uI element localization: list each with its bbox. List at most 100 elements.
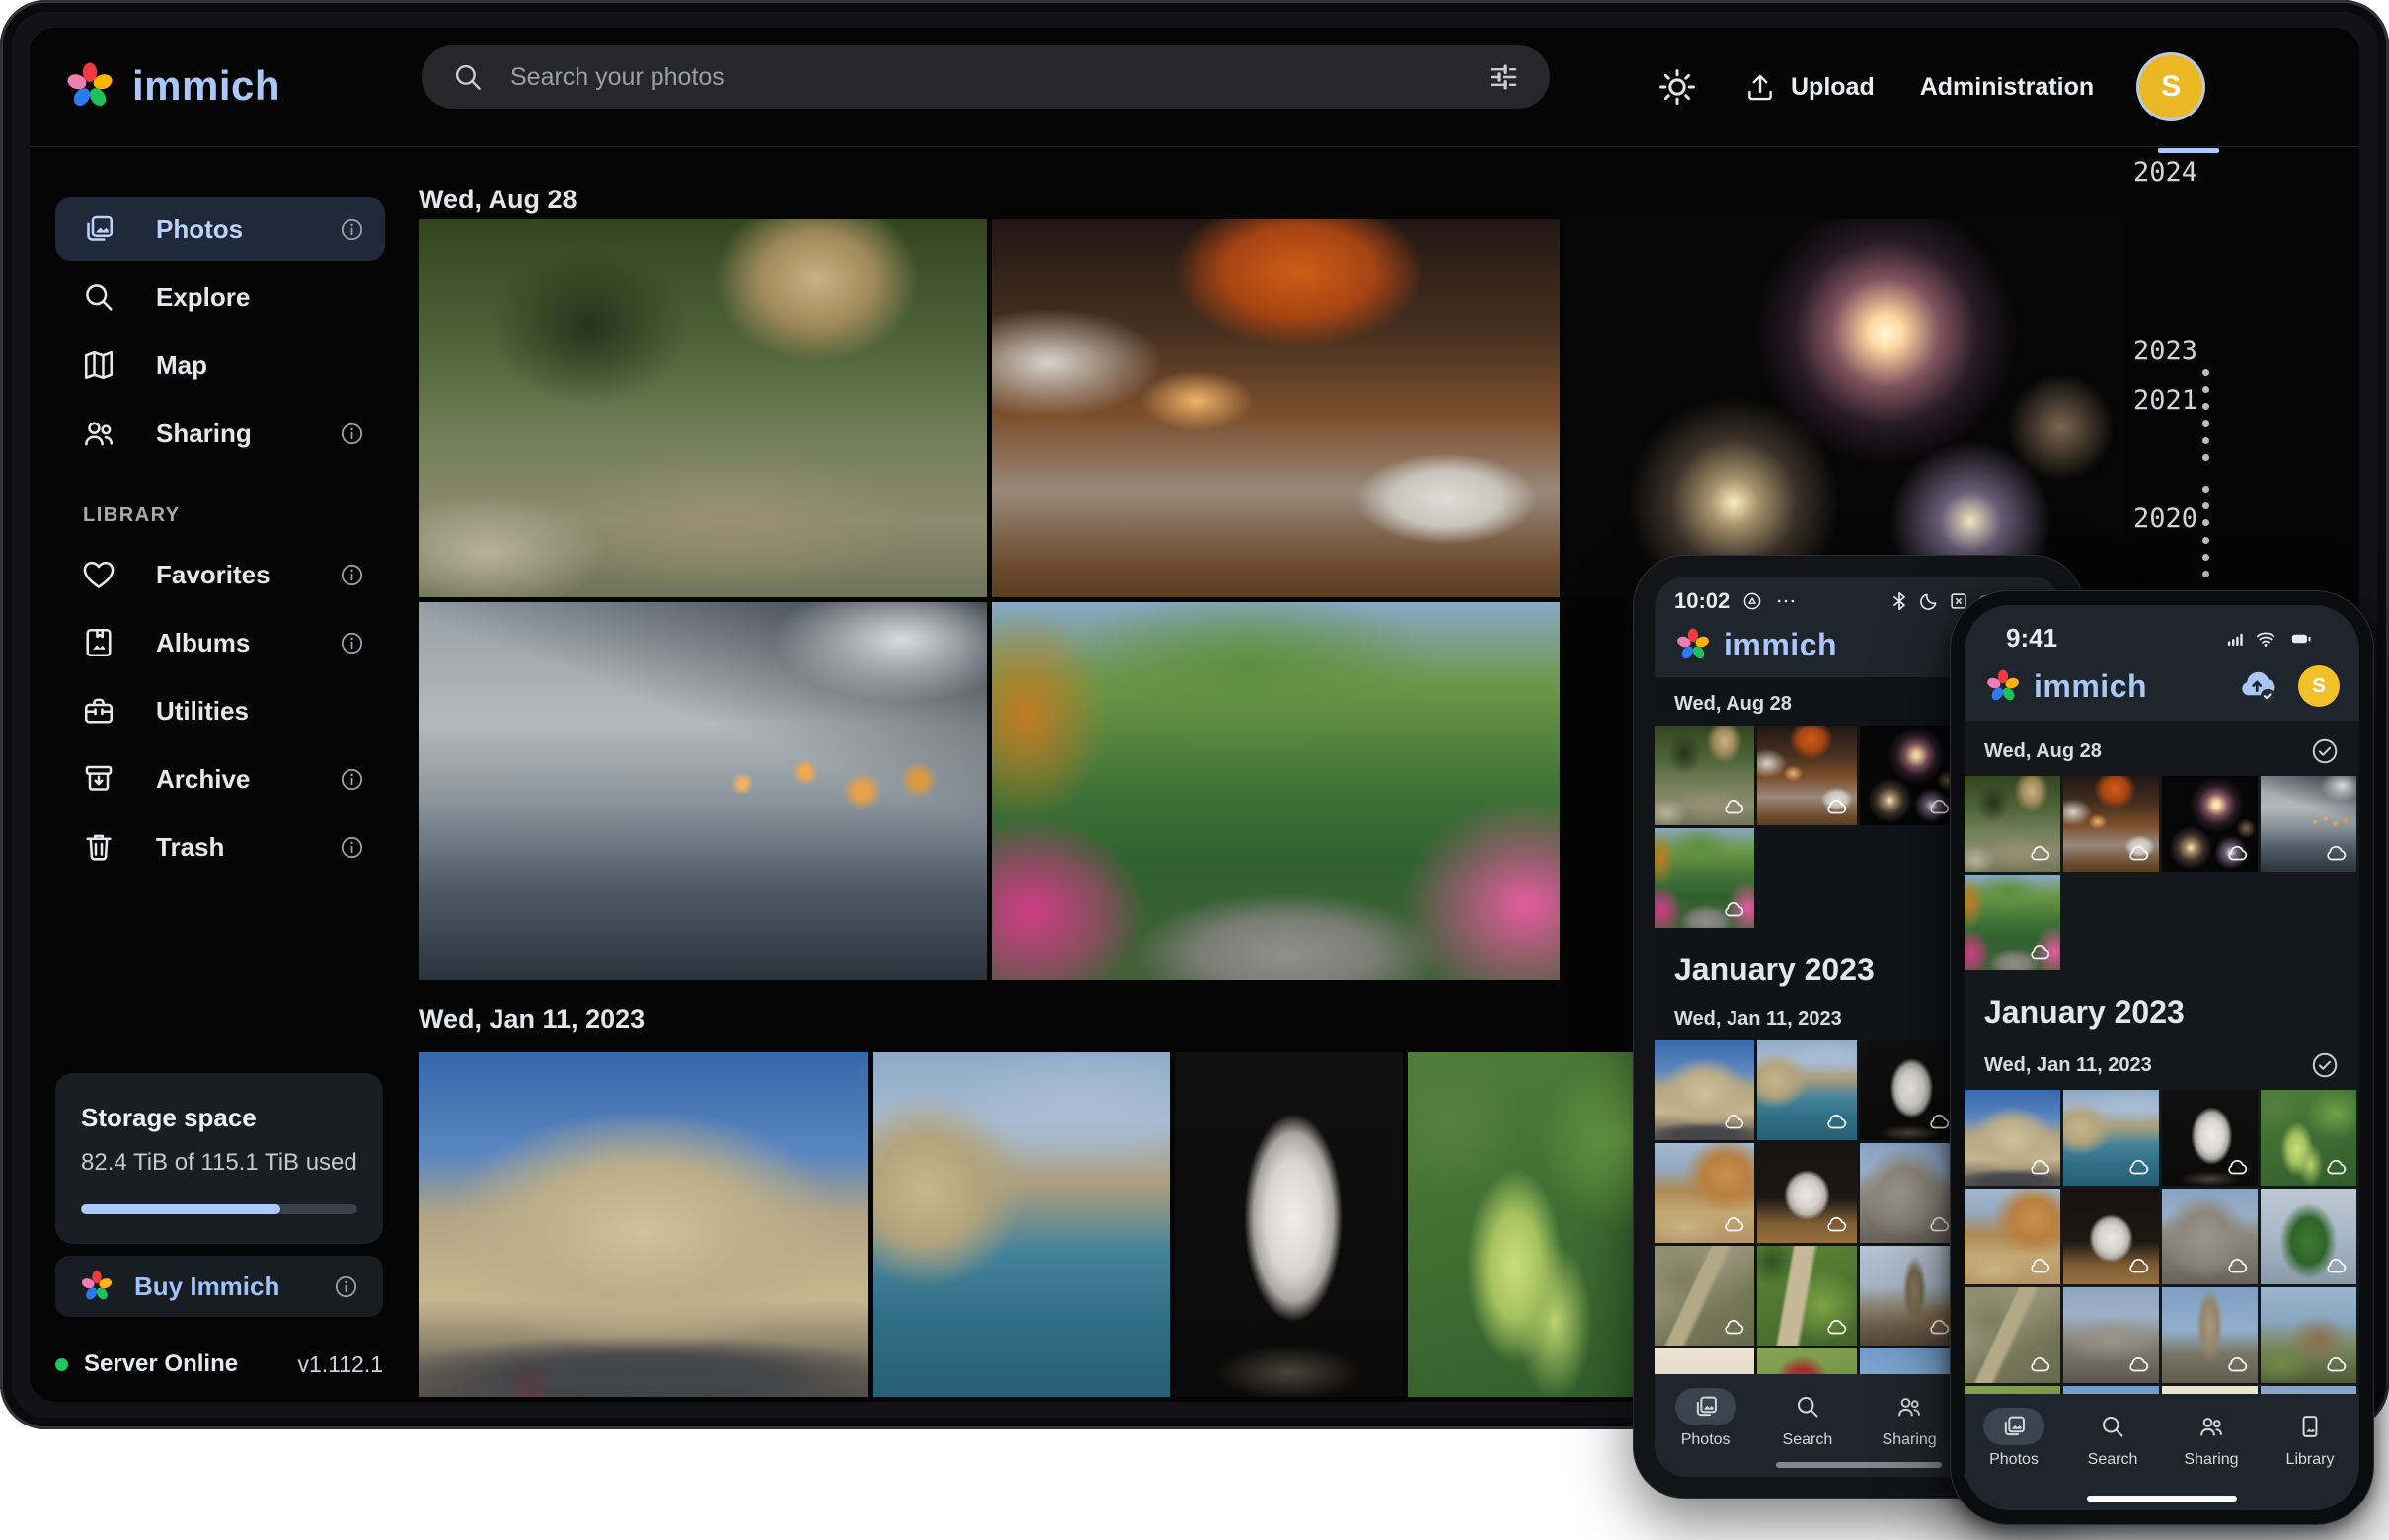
- photo-thumbnail[interactable]: [2261, 1287, 2356, 1383]
- photo-asset[interactable]: [873, 1052, 1170, 1397]
- photo-thumbnail[interactable]: [2063, 776, 2159, 872]
- photo-thumbnail[interactable]: [2063, 1287, 2159, 1383]
- alarm-icon: [1741, 590, 1763, 612]
- photo-thumbnail[interactable]: [1757, 1143, 1857, 1243]
- info-icon[interactable]: [333, 1273, 359, 1300]
- info-icon[interactable]: [339, 216, 365, 243]
- immich-flower-icon: [63, 59, 116, 113]
- nav-tab[interactable]: Sharing: [2181, 1408, 2242, 1469]
- photo-thumbnail[interactable]: [1655, 1143, 1754, 1243]
- sidebar-item-label: Map: [156, 350, 207, 381]
- photo-thumbnail[interactable]: [2162, 776, 2258, 872]
- search-input[interactable]: [508, 62, 1463, 93]
- photo-thumbnail[interactable]: [1655, 1246, 1754, 1346]
- photo-thumbnail[interactable]: [2261, 1189, 2356, 1284]
- home-indicator[interactable]: [2087, 1496, 2237, 1502]
- sidebar-item[interactable]: Map: [55, 334, 385, 397]
- photo-thumbnail[interactable]: [1757, 1246, 1857, 1346]
- nav-tab[interactable]: Search: [1777, 1388, 1838, 1449]
- photo-thumbnail[interactable]: [2162, 1287, 2258, 1383]
- photo-thumbnail[interactable]: [1655, 726, 1754, 825]
- photo-thumbnail[interactable]: [1860, 1143, 1960, 1243]
- nav-tab-icon: [2296, 1413, 2324, 1440]
- nav-tab-icon: [1794, 1393, 1821, 1421]
- photo-thumbnail[interactable]: [2162, 1090, 2258, 1186]
- photo-thumbnail[interactable]: [1965, 875, 2060, 970]
- select-all-check-icon[interactable]: [2310, 1050, 2340, 1080]
- user-avatar[interactable]: S: [2139, 55, 2202, 118]
- nav-tab[interactable]: Search: [2082, 1408, 2143, 1469]
- date-group-header: Wed, Aug 28: [1965, 721, 2359, 776]
- photo-thumbnail[interactable]: [1655, 1040, 1754, 1140]
- photo-thumbnail[interactable]: [2063, 1090, 2159, 1186]
- photo-asset[interactable]: [1175, 1052, 1403, 1397]
- info-icon[interactable]: [339, 630, 365, 656]
- photo-asset[interactable]: [419, 1052, 868, 1397]
- cloud-badge-icon: [2324, 1253, 2350, 1278]
- cloud-sync-icon[interactable]: [2235, 666, 2280, 706]
- photo-asset[interactable]: [1565, 219, 2128, 597]
- sidebar-item[interactable]: Archive: [55, 747, 385, 810]
- wifi-icon: [2255, 628, 2276, 650]
- photo-asset[interactable]: [419, 602, 987, 980]
- brand-logo[interactable]: immich: [63, 59, 280, 113]
- info-icon[interactable]: [339, 421, 365, 447]
- sidebar-item[interactable]: Trash: [55, 815, 385, 879]
- info-icon[interactable]: [339, 562, 365, 588]
- photo-thumbnail[interactable]: [2162, 1189, 2258, 1284]
- storage-usage: 82.4 TiB of 115.1 TiB used: [81, 1149, 357, 1177]
- sidebar-item[interactable]: Favorites: [55, 543, 385, 606]
- nav-tab[interactable]: Library: [2279, 1408, 2341, 1469]
- select-all-check-icon[interactable]: [2310, 736, 2340, 766]
- cloud-badge-icon: [1824, 1211, 1850, 1237]
- administration-link[interactable]: Administration: [1920, 73, 2094, 102]
- photo-thumbnail[interactable]: [2063, 1189, 2159, 1284]
- cloud-badge-icon: [2225, 1154, 2251, 1180]
- search-filters-icon[interactable]: [1487, 60, 1520, 94]
- sidebar-item[interactable]: Utilities: [55, 679, 385, 742]
- nav-tab-label: Sharing: [1883, 1431, 1937, 1449]
- photo-thumbnail[interactable]: [1965, 1189, 2060, 1284]
- nav-tab[interactable]: Sharing: [1879, 1388, 1940, 1449]
- photo-thumbnail[interactable]: [2261, 1090, 2356, 1186]
- photo-thumbnail[interactable]: [1965, 1090, 2060, 1186]
- photo-thumbnail[interactable]: [1757, 726, 1857, 825]
- photo-thumbnail[interactable]: [1757, 1040, 1857, 1140]
- timeline-year-label[interactable]: 2020: [2133, 503, 2197, 534]
- info-icon[interactable]: [339, 766, 365, 793]
- user-avatar[interactable]: S: [2298, 665, 2340, 707]
- photo-thumbnail[interactable]: [1860, 1246, 1960, 1346]
- nav-tab[interactable]: Photos: [1983, 1408, 2044, 1469]
- theme-toggle-icon[interactable]: [1657, 66, 1698, 108]
- home-indicator[interactable]: [1776, 1462, 1942, 1468]
- cloud-badge-icon: [1722, 1314, 1747, 1340]
- photo-thumbnail[interactable]: [1860, 726, 1960, 825]
- timeline-year-label[interactable]: 2023: [2133, 336, 2197, 366]
- photo-thumbnail[interactable]: [1965, 1287, 2060, 1383]
- server-status-label: Server Online: [84, 1350, 238, 1378]
- sidebar-item[interactable]: Explore: [55, 266, 385, 329]
- sidebar-item[interactable]: Albums: [55, 611, 385, 674]
- top-actions: Upload Administration S: [1657, 28, 2202, 146]
- timeline-dot-group: [2202, 411, 2209, 471]
- cloud-badge-icon: [1722, 896, 1747, 922]
- upload-button[interactable]: Upload: [1743, 70, 1875, 104]
- info-icon[interactable]: [339, 834, 365, 861]
- photo-thumbnail[interactable]: [2261, 776, 2356, 872]
- buy-immich-button[interactable]: Buy Immich: [55, 1256, 383, 1317]
- photo-asset[interactable]: [419, 219, 987, 597]
- photo-asset[interactable]: [992, 219, 1560, 597]
- cloud-badge-icon: [1722, 1109, 1747, 1134]
- sidebar-item[interactable]: Sharing: [55, 402, 385, 465]
- photo-thumbnail[interactable]: [1655, 828, 1754, 928]
- photo-thumbnail[interactable]: [1965, 776, 2060, 872]
- photo-thumbnail[interactable]: [1860, 1040, 1960, 1140]
- sidebar-item-icon: [81, 761, 116, 797]
- immich-flower-icon: [1674, 626, 1712, 663]
- search-bar[interactable]: [422, 45, 1550, 109]
- photo-asset[interactable]: [992, 602, 1560, 980]
- bluetooth-icon: [1888, 590, 1910, 612]
- nav-tab[interactable]: Photos: [1675, 1388, 1736, 1449]
- timeline-year-label[interactable]: 2021: [2133, 385, 2197, 416]
- sidebar-item[interactable]: Photos: [55, 197, 385, 261]
